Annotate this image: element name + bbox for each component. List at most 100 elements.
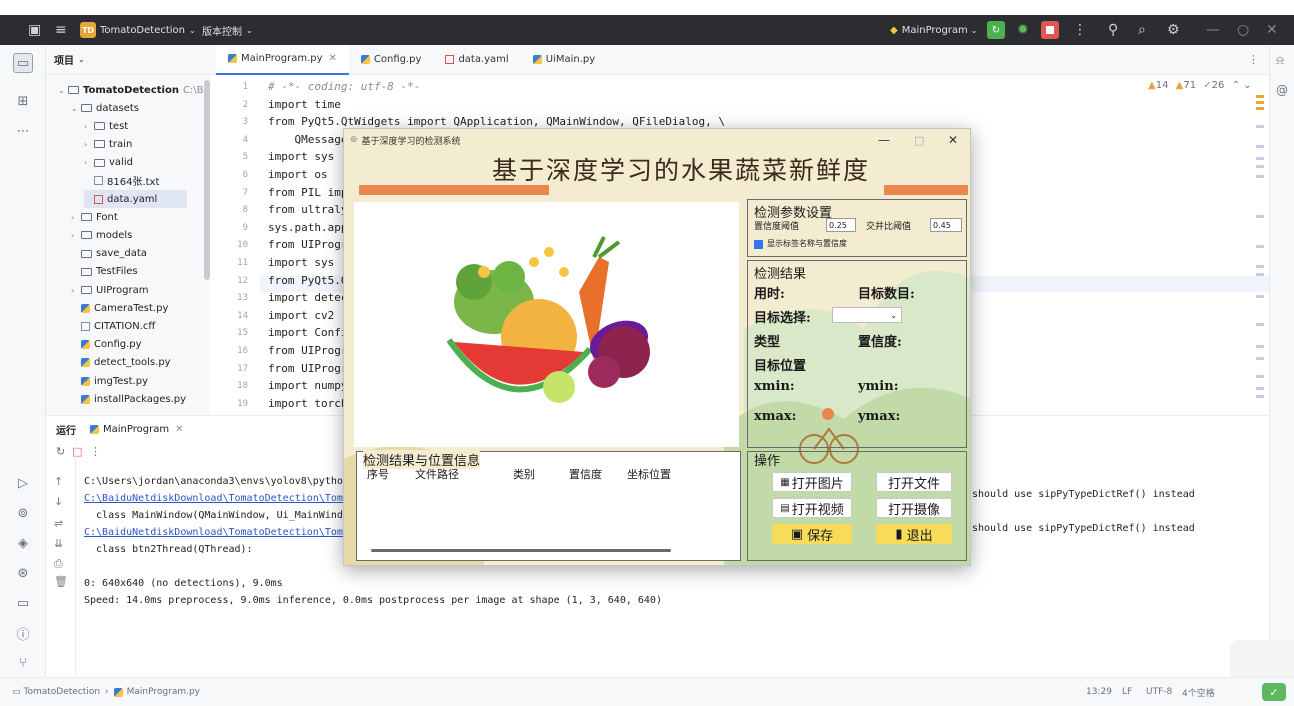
scroll-mark[interactable] bbox=[1256, 165, 1264, 168]
close-icon[interactable]: ✕ bbox=[329, 53, 337, 64]
chevron-right-icon[interactable]: › bbox=[71, 213, 81, 222]
table-column-header[interactable]: 类别 bbox=[513, 466, 535, 482]
scroll-mark[interactable] bbox=[1256, 95, 1264, 98]
scroll-mark[interactable] bbox=[1256, 245, 1264, 248]
tree-item[interactable]: detect_tools.py bbox=[71, 354, 171, 372]
services-icon[interactable]: ⊛ bbox=[13, 563, 33, 583]
stop-button[interactable] bbox=[1041, 21, 1059, 39]
maximize-icon[interactable]: □ bbox=[914, 134, 924, 147]
tab-config[interactable]: Config.py bbox=[349, 45, 434, 75]
notifications-icon[interactable]: ⍾ bbox=[1276, 53, 1284, 68]
chevron-down-icon[interactable]: ⌄ bbox=[71, 104, 81, 113]
chevron-right-icon[interactable]: › bbox=[71, 231, 81, 240]
soft-wrap-icon[interactable]: ⇌ bbox=[54, 517, 63, 530]
tree-item[interactable]: installPackages.py bbox=[71, 390, 186, 408]
scroll-mark[interactable] bbox=[1256, 215, 1264, 218]
indent-setting[interactable]: 4个空格 bbox=[1182, 686, 1215, 699]
problems-icon[interactable]: ⓘ bbox=[13, 623, 33, 643]
python-console-icon[interactable]: ⊚ bbox=[13, 503, 33, 523]
exit-button[interactable]: ▮ 退出 bbox=[876, 524, 952, 544]
notification-popup[interactable] bbox=[1230, 640, 1294, 680]
arrow-up-icon[interactable]: ↑ bbox=[54, 475, 63, 488]
tree-item[interactable]: › test bbox=[84, 117, 128, 135]
run-config-selector[interactable]: ◆ MainProgram ⌄ bbox=[890, 25, 977, 36]
scroll-mark[interactable] bbox=[1256, 395, 1264, 398]
close-icon[interactable]: ✕ bbox=[1266, 22, 1278, 38]
tree-item[interactable]: imgTest.py bbox=[71, 372, 148, 390]
trash-icon[interactable]: 🗑 bbox=[54, 575, 68, 588]
run-tab[interactable]: MainProgram ✕ bbox=[90, 424, 183, 435]
breadcrumb[interactable]: ▭ TomatoDetection › MainProgram.py bbox=[12, 687, 200, 697]
scroll-mark[interactable] bbox=[1256, 273, 1264, 276]
ai-assistant-icon[interactable]: @ bbox=[1276, 83, 1288, 97]
conf-threshold-spinbox[interactable]: 0.25 bbox=[826, 218, 856, 232]
tree-root[interactable]: ⌄ TomatoDetection C:\Baidu\ bbox=[58, 81, 210, 99]
scroll-mark[interactable] bbox=[1256, 157, 1264, 160]
line-separator[interactable]: LF bbox=[1122, 687, 1132, 697]
chevron-right-icon[interactable]: › bbox=[84, 140, 94, 149]
caret-position[interactable]: 13:29 bbox=[1086, 687, 1112, 697]
project-folder-icon[interactable]: ▭ bbox=[13, 53, 33, 73]
tabs-more-icon[interactable]: ⋮ bbox=[1248, 53, 1259, 66]
results-table-scrollbar[interactable] bbox=[371, 549, 671, 552]
tree-item[interactable]: CameraTest.py bbox=[71, 299, 168, 317]
target-select-combobox[interactable]: ⌄ bbox=[832, 307, 902, 323]
chevron-up-icon[interactable]: ⌃ bbox=[1232, 80, 1240, 91]
project-widget[interactable]: TD TomatoDetection ⌄ bbox=[80, 22, 196, 38]
ai-check-icon[interactable]: ✓ bbox=[1262, 683, 1286, 701]
settings-gear-icon[interactable]: ⚙ bbox=[1167, 22, 1180, 38]
search-icon[interactable]: ⌕ bbox=[1138, 22, 1146, 38]
tree-item[interactable]: › Font bbox=[71, 208, 118, 226]
print-icon[interactable]: ⎙ bbox=[54, 557, 63, 571]
more-vertical-icon[interactable]: ⋮ bbox=[90, 445, 101, 458]
terminal-icon[interactable]: ▭ bbox=[13, 593, 33, 613]
close-icon[interactable]: ✕ bbox=[948, 133, 958, 147]
scroll-mark[interactable] bbox=[1256, 345, 1264, 348]
table-column-header[interactable]: 序号 bbox=[367, 466, 389, 482]
console-line[interactable]: C:\BaiduNetdiskDownload\TomatoDetection\… bbox=[84, 493, 343, 504]
tab-uimain[interactable]: UiMain.py bbox=[521, 45, 607, 75]
close-icon[interactable]: ✕ bbox=[175, 424, 183, 435]
minimize-icon[interactable]: — bbox=[1206, 22, 1220, 38]
editor-scrollbar-marks[interactable] bbox=[1256, 95, 1264, 405]
open-video-button[interactable]: ▤ 打开视频 bbox=[772, 498, 852, 518]
show-labels-checkbox[interactable] bbox=[754, 240, 763, 249]
chevron-right-icon[interactable]: › bbox=[84, 122, 94, 131]
tree-item[interactable]: › train bbox=[84, 135, 132, 153]
packages-icon[interactable]: ◈ bbox=[13, 533, 33, 553]
scroll-mark[interactable] bbox=[1256, 175, 1264, 178]
scroll-mark[interactable] bbox=[1256, 387, 1264, 390]
tree-item[interactable]: › valid bbox=[84, 154, 133, 172]
open-camera-button[interactable]: 打开摄像 bbox=[876, 498, 952, 518]
inspections-widget[interactable]: ▲14 ▲71 ✓26 ⌃ ⌄ bbox=[1148, 80, 1252, 91]
more-horizontal-icon[interactable]: ⋯ bbox=[13, 121, 33, 141]
scroll-mark[interactable] bbox=[1256, 265, 1264, 268]
scroll-mark[interactable] bbox=[1256, 295, 1264, 298]
tree-item[interactable]: 8164张.txt bbox=[84, 172, 159, 190]
rerun-button[interactable]: ↻ bbox=[987, 21, 1005, 39]
scroll-end-icon[interactable]: ⇊ bbox=[54, 537, 63, 550]
table-column-header[interactable]: 坐标位置 bbox=[627, 466, 671, 482]
tree-item[interactable]: › models bbox=[71, 226, 132, 244]
git-icon[interactable]: ⑂ bbox=[13, 653, 33, 673]
chevron-right-icon[interactable]: › bbox=[71, 286, 81, 295]
open-image-button[interactable]: ▦ 打开图片 bbox=[772, 472, 852, 492]
save-button[interactable]: ▣ 保存 bbox=[772, 524, 852, 544]
table-column-header[interactable]: 文件路径 bbox=[415, 466, 459, 482]
scroll-mark[interactable] bbox=[1256, 323, 1264, 326]
debug-icon[interactable]: ✹ bbox=[1017, 22, 1029, 38]
chevron-down-icon[interactable]: ⌄ bbox=[1243, 80, 1251, 91]
scroll-mark[interactable] bbox=[1256, 107, 1264, 110]
table-column-header[interactable]: 置信度 bbox=[569, 466, 602, 482]
scroll-mark[interactable] bbox=[1256, 357, 1264, 360]
file-encoding[interactable]: UTF-8 bbox=[1146, 687, 1172, 697]
iou-threshold-spinbox[interactable]: 0.45 bbox=[930, 218, 962, 232]
scroll-mark[interactable] bbox=[1256, 145, 1264, 148]
project-panel-header[interactable]: 项目 ⌄ bbox=[46, 45, 210, 75]
tree-item[interactable]: save_data bbox=[71, 245, 147, 263]
tree-item[interactable]: CITATION.cff bbox=[71, 317, 155, 335]
scroll-mark[interactable] bbox=[1256, 101, 1264, 104]
minimize-icon[interactable]: — bbox=[878, 133, 890, 147]
tree-item[interactable]: ⌄ datasets bbox=[71, 99, 139, 117]
add-user-icon[interactable]: ⚲ bbox=[1108, 22, 1118, 38]
